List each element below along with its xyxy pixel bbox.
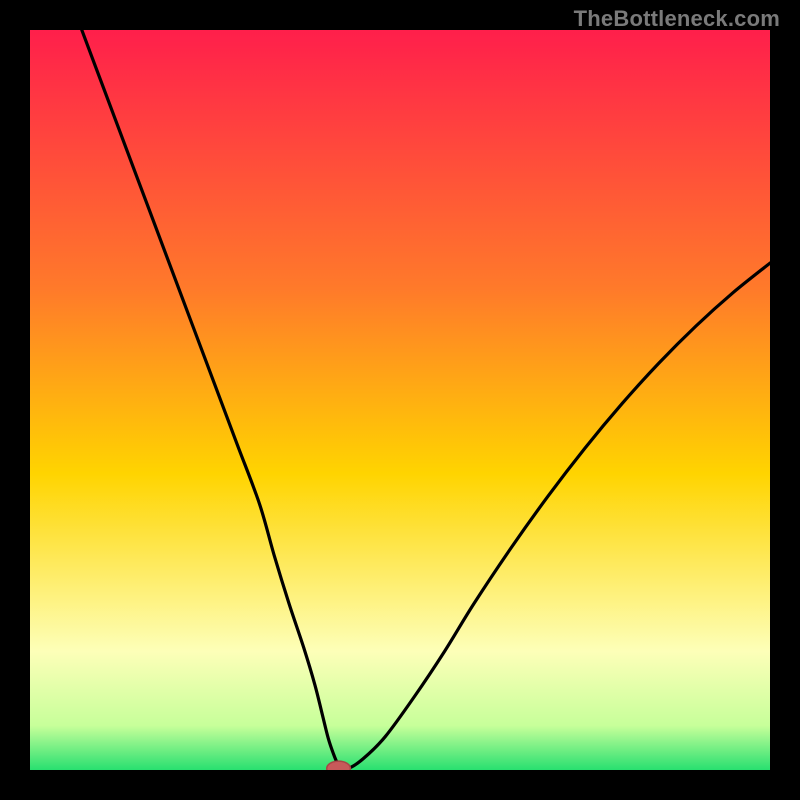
gradient-background	[30, 30, 770, 770]
watermark-text: TheBottleneck.com	[574, 6, 780, 32]
bottleneck-chart	[30, 30, 770, 770]
chart-frame: TheBottleneck.com	[0, 0, 800, 800]
optimal-point-marker	[327, 761, 351, 770]
